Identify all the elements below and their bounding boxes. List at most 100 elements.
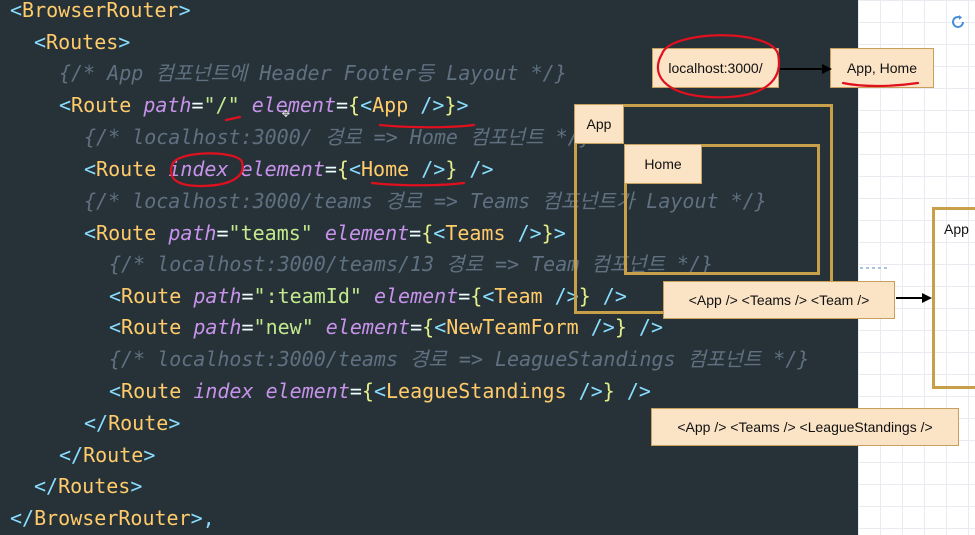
code-line: <Routes> xyxy=(0,27,130,58)
attr-name: element xyxy=(373,284,459,308)
equals: = xyxy=(241,315,254,339)
code-line: </Route> xyxy=(0,408,180,439)
tag-bracket: /> xyxy=(578,315,615,339)
tag-bracket: < xyxy=(59,93,72,117)
tag-bracket: < xyxy=(84,157,97,181)
equals: = xyxy=(216,221,229,245)
result-box[interactable]: App, Home xyxy=(830,48,934,88)
attr-value: "/" xyxy=(203,93,240,117)
tag-bracket: /> xyxy=(408,93,445,117)
url-box-label: localhost:3000/ xyxy=(668,60,763,76)
tag-bracket: < xyxy=(433,221,446,245)
tag-bracket: < xyxy=(34,30,47,54)
equals: = xyxy=(191,93,204,117)
code-comment: {/* localhost:3000/ 경로 => Home 컴포넌트 */} xyxy=(84,125,592,149)
tag-bracket: </ xyxy=(84,411,109,435)
attr-name: element xyxy=(324,221,410,245)
tag-bracket: > xyxy=(130,474,143,498)
result-box-label: App, Home xyxy=(846,60,918,76)
attr-name: index xyxy=(168,157,229,181)
tag-bracket: </ xyxy=(10,506,35,530)
tag-bracket: < xyxy=(109,315,122,339)
tag-bracket: < xyxy=(10,0,23,22)
brace: { xyxy=(421,221,434,245)
attr-name: element xyxy=(265,379,350,403)
attr-name: path xyxy=(143,93,192,117)
attr-name: element xyxy=(251,93,336,117)
attr-name: index xyxy=(193,379,254,403)
code-line: {/* localhost:3000/teams 경로 => LeagueSta… xyxy=(0,344,809,375)
equals: = xyxy=(410,315,423,339)
attr-name: path xyxy=(168,221,217,245)
attr-value: "new" xyxy=(253,315,314,339)
tag-name: Home xyxy=(361,157,410,181)
tag-bracket: >, xyxy=(190,506,215,530)
brace: } xyxy=(602,379,615,403)
tag-name: Route xyxy=(108,411,169,435)
brace: { xyxy=(470,284,483,308)
code-line: <BrowserRouter> xyxy=(0,0,191,26)
home-frame-label[interactable]: Home xyxy=(624,144,702,184)
attr-name: element xyxy=(325,315,411,339)
tag-bracket: /> xyxy=(614,379,651,403)
brace: { xyxy=(422,315,435,339)
tag-name: Route xyxy=(121,379,182,403)
equals: = xyxy=(458,284,471,308)
equals: = xyxy=(336,93,349,117)
route-standings-box[interactable]: <App /> <Teams /> <LeagueStandings /> xyxy=(651,408,959,446)
tag-name: Route xyxy=(71,93,132,117)
route-team-label: <App /> <Teams /> <Team /> xyxy=(688,292,870,308)
url-box[interactable]: localhost:3000/ xyxy=(652,48,779,88)
tag-bracket: < xyxy=(482,284,495,308)
app-frame-label[interactable]: App xyxy=(574,104,624,144)
code-line: </Routes> xyxy=(0,471,142,502)
tag-name: Routes xyxy=(46,30,119,54)
tag-bracket: < xyxy=(360,93,373,117)
brace: } xyxy=(444,93,457,117)
app-frame-label-text: App xyxy=(586,116,612,132)
tag-bracket: > xyxy=(168,411,181,435)
brace: } xyxy=(541,221,554,245)
brace: } xyxy=(614,315,627,339)
code-line: <Route path=":teamId" element={<Team />}… xyxy=(0,281,627,312)
tag-bracket: /> xyxy=(457,157,494,181)
tag-name: Route xyxy=(83,443,144,467)
tag-name: Route xyxy=(121,284,182,308)
tag-name: Routes xyxy=(58,474,131,498)
tag-name: Route xyxy=(96,221,157,245)
brace: { xyxy=(336,157,349,181)
tag-bracket: > xyxy=(456,93,469,117)
equals: = xyxy=(409,221,422,245)
code-line: <Route index element={<LeagueStandings /… xyxy=(0,376,651,407)
attr-value: ":teamId" xyxy=(253,284,362,308)
tag-bracket: < xyxy=(434,315,447,339)
code-line: <Route path="new" element={<NewTeamForm … xyxy=(0,312,663,343)
route-team-box[interactable]: <App /> <Teams /> <Team /> xyxy=(663,281,895,319)
code-line: <Route path="/" element={<App />}> xyxy=(0,90,468,121)
tag-name: Route xyxy=(121,315,182,339)
tag-bracket: > xyxy=(118,30,131,54)
tag-bracket: < xyxy=(348,157,362,181)
code-line: {/* App 컴포넌트에 Header Footer등 Layout */} xyxy=(0,58,567,89)
tag-bracket: > xyxy=(553,221,566,245)
tag-bracket: </ xyxy=(59,443,84,467)
tag-bracket: /> xyxy=(626,315,663,339)
brace: } xyxy=(445,157,458,181)
attr-name: path xyxy=(193,315,242,339)
code-comment: {/* App 컴포넌트에 Header Footer등 Layout */} xyxy=(59,61,567,85)
refresh-icon[interactable] xyxy=(950,14,966,30)
home-frame-label-text: Home xyxy=(644,156,682,172)
tag-bracket: </ xyxy=(34,474,59,498)
brace: { xyxy=(361,379,374,403)
tag-name: App xyxy=(372,93,409,117)
attr-name: element xyxy=(240,157,325,181)
tag-bracket: /> xyxy=(505,221,542,245)
tag-bracket: < xyxy=(373,379,387,403)
attr-name: path xyxy=(193,284,242,308)
tag-bracket: /> xyxy=(566,379,603,403)
code-line: {/* localhost:3000/ 경로 => Home 컴포넌트 */} xyxy=(0,122,592,153)
tag-name: NewTeamForm xyxy=(446,315,579,339)
brace: { xyxy=(348,93,361,117)
tag-bracket: < xyxy=(109,284,122,308)
tag-name: BrowserRouter xyxy=(22,0,179,22)
